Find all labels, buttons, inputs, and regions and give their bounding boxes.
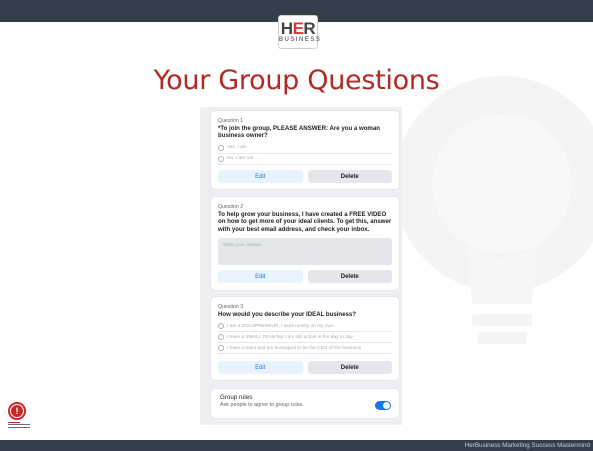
delete-button[interactable]: Delete xyxy=(307,170,392,183)
toggle-knob xyxy=(383,402,390,409)
option-label: I have a team and am leveraged to be the… xyxy=(227,345,362,351)
delete-button[interactable]: Delete xyxy=(307,361,392,374)
question-card-3: Question 3 How would you describe your I… xyxy=(211,297,399,380)
radio-button-icon[interactable] xyxy=(218,323,224,330)
logo-subtext: BUSINESS xyxy=(279,37,322,43)
question-text: To help grow your business, I have creat… xyxy=(218,211,392,233)
exclamation-icon: ! xyxy=(15,406,19,416)
radio-button-icon[interactable] xyxy=(218,144,224,151)
delete-button[interactable]: Delete xyxy=(307,270,392,283)
question-card-1: Question 1 *To join the group, PLEASE AN… xyxy=(211,111,399,189)
option-label: Yes, I am xyxy=(227,145,247,151)
radio-button-icon[interactable] xyxy=(218,155,224,162)
answer-option[interactable]: No, I am not xyxy=(218,154,392,165)
badge-circle: ! xyxy=(8,402,26,420)
option-label: I have a SMALL TEAM but I am still activ… xyxy=(227,334,353,340)
answer-option[interactable]: I have a team and am leveraged to be the… xyxy=(218,343,392,355)
question-number: Question 2 xyxy=(218,204,244,210)
edit-button[interactable]: Edit xyxy=(218,270,303,283)
question-text: How would you describe your IDEAL busine… xyxy=(218,311,357,318)
logo-mark: HER xyxy=(280,19,316,38)
option-label: No, I am not xyxy=(227,156,254,162)
radio-button-icon[interactable] xyxy=(218,334,224,341)
answer-option[interactable]: I am a SOLOPRENEUR, I work mostly on my … xyxy=(218,321,392,333)
edit-button[interactable]: Edit xyxy=(218,361,303,374)
badge-line xyxy=(8,422,20,423)
group-rules-card: Group rules Ask people to agree to group… xyxy=(211,389,399,418)
question-text: *To join the group, PLEASE ANSWER: Are y… xyxy=(218,125,380,140)
question-number: Question 1 xyxy=(218,118,244,124)
lightbulb-icon xyxy=(394,76,593,344)
badge-line xyxy=(8,426,30,428)
answer-textarea[interactable]: Write your answer... xyxy=(218,237,392,265)
option-label: I am a SOLOPRENEUR, I work mostly on my … xyxy=(227,323,334,329)
radio-button-icon[interactable] xyxy=(218,345,224,352)
group-rules-subtitle: Ask people to agree to group rules. xyxy=(220,402,304,408)
page-title: Your Group Questions xyxy=(153,65,440,96)
group-rules-title: Group rules xyxy=(220,394,253,401)
edit-button[interactable]: Edit xyxy=(218,170,303,183)
answer-option[interactable]: I have a SMALL TEAM but I am still activ… xyxy=(218,332,392,344)
question-card-2: Question 2 To help grow your business, I… xyxy=(211,197,399,290)
group-rules-toggle[interactable] xyxy=(375,401,391,410)
answer-option[interactable]: Yes, I am xyxy=(218,143,392,154)
badge-line xyxy=(8,424,30,426)
exclamation-badge-icon: ! xyxy=(8,402,30,428)
question-number: Question 3 xyxy=(218,304,244,310)
bottom-bar: HerBusiness Marketing Success Mastermind xyxy=(0,440,593,451)
herbusiness-logo: HER BUSINESS xyxy=(278,15,322,49)
footer-text: HerBusiness Marketing Success Mastermind xyxy=(464,442,590,449)
badge-caption-lines xyxy=(8,422,30,428)
